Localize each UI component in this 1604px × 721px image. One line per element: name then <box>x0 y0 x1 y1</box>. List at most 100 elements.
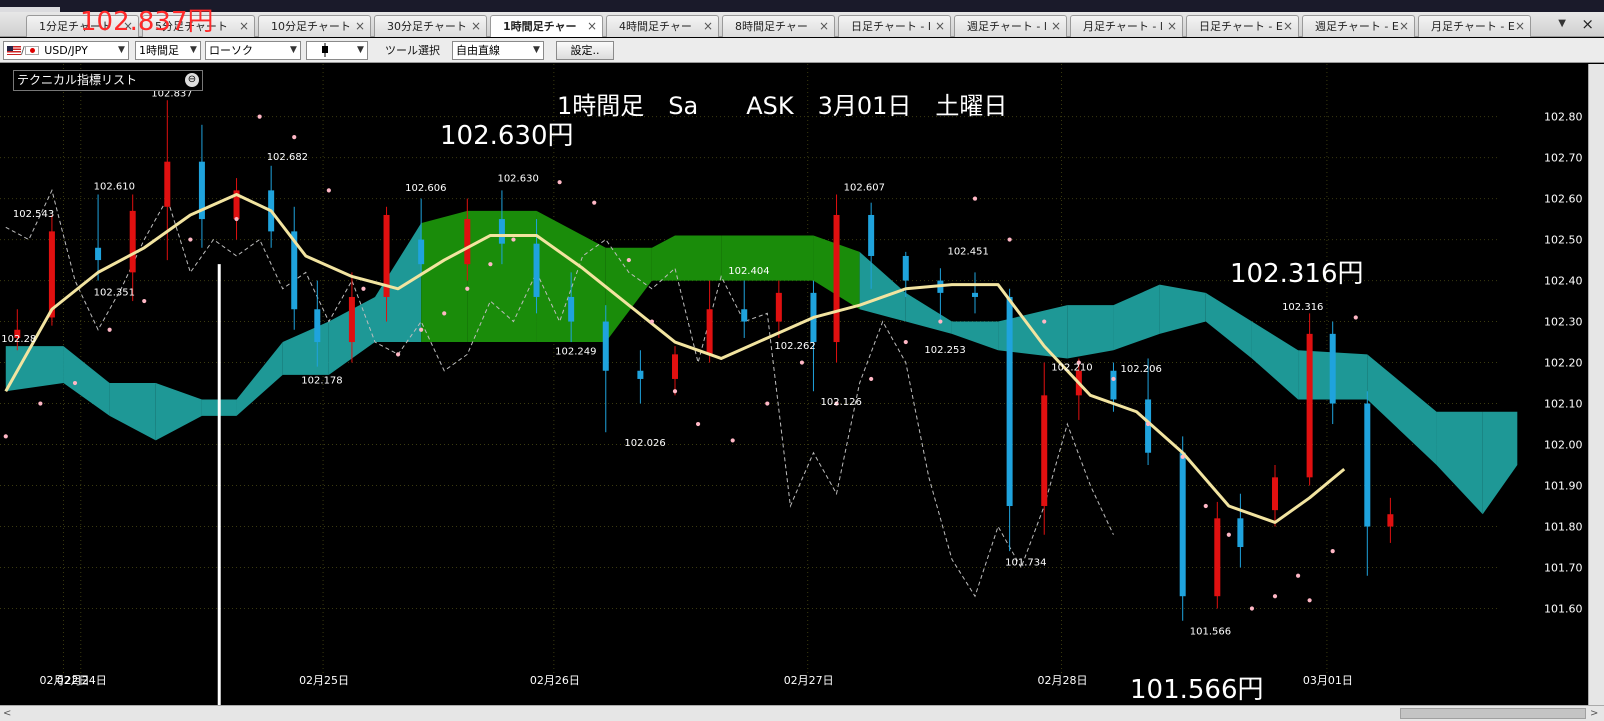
chevron-down-icon: ▼ <box>190 45 197 55</box>
y-axis-tick-label: 101.90 <box>1544 480 1583 493</box>
scroll-right-icon[interactable]: > <box>1590 706 1598 721</box>
parabolic-sar-dot <box>592 200 597 205</box>
candle-value-label: 102.451 <box>947 247 988 258</box>
chart-type-select[interactable]: ローソク ▼ <box>205 41 301 60</box>
settings-button[interactable]: 設定.. <box>556 41 614 60</box>
candle-value-label: 102.316 <box>1282 302 1323 313</box>
tab-7[interactable]: 8時間足チャー × <box>722 15 835 37</box>
ichimoku-cloud-segment <box>236 342 283 416</box>
tab-close-icon[interactable]: × <box>819 16 829 37</box>
x-axis-date-label: 02月24日 <box>57 674 107 687</box>
tab-label: 日足チャート - E <box>1199 20 1283 33</box>
candle-value-label: 102.607 <box>844 183 885 194</box>
parabolic-sar-dot <box>419 327 424 332</box>
collapse-icon[interactable]: ⊖ <box>185 73 199 87</box>
scrollbar-thumb[interactable] <box>1400 708 1586 719</box>
tab-close-icon[interactable]: × <box>587 16 597 37</box>
drawing-tool-select[interactable]: 自由直線 ▼ <box>452 41 544 60</box>
tab-3[interactable]: 10分足チャート × <box>258 15 371 37</box>
us-flag-icon <box>7 46 21 55</box>
tab-close-icon[interactable]: × <box>355 16 365 37</box>
parabolic-sar-dot <box>730 438 735 443</box>
parabolic-sar-dot <box>1272 594 1278 599</box>
parabolic-sar-dot <box>1249 606 1255 611</box>
tab-11[interactable]: 日足チャート - E × <box>1186 15 1299 37</box>
ichimoku-cloud-segment <box>282 321 329 375</box>
down-candle <box>95 247 102 261</box>
horizontal-scrollbar[interactable]: < > <box>0 705 1604 721</box>
timeframe-select[interactable]: 1時間足 ▼ <box>135 41 201 60</box>
chart-tab-bar: 1分足チャート × 5分足チャート × 10分足チャート × 30分足チャート × 1時間足チャ… <box>0 12 1604 37</box>
tab-close-icon[interactable]: × <box>1515 16 1525 37</box>
tab-13[interactable]: 月足チャート - E × <box>1418 15 1531 37</box>
tab-close-icon[interactable]: × <box>935 16 945 37</box>
candle-value-label: 101.734 <box>1005 558 1046 569</box>
parabolic-sar-dot <box>1330 549 1335 554</box>
candle-style-select[interactable]: ▼ <box>306 41 368 60</box>
tab-close-icon[interactable]: × <box>1283 16 1293 37</box>
parabolic-sar-dot <box>1180 454 1185 459</box>
drawing-tool-value: 自由直線 <box>456 44 500 57</box>
parabolic-sar-dot <box>257 114 262 119</box>
chart-application: 1分足チャート × 5分足チャート × 10分足チャート × 30分足チャート × 1時間足チャ… <box>0 0 1604 721</box>
x-axis-date-label: 02月26日 <box>530 674 580 687</box>
low-annotation: 101.566円 <box>1130 675 1264 705</box>
down-candle <box>498 219 505 244</box>
y-axis-tick-label: 102.20 <box>1544 357 1583 370</box>
parabolic-sar-dot <box>649 319 655 324</box>
technical-indicator-list[interactable]: テクニカル指標リスト ⊖ <box>13 70 203 91</box>
candle-value-label: 101.566 <box>1190 626 1231 637</box>
parabolic-sar-dot <box>72 380 78 386</box>
tab-close-icon[interactable]: × <box>1167 16 1177 37</box>
tab-12[interactable]: 週足チャート - E × <box>1302 15 1415 37</box>
parabolic-sar-dot <box>799 360 805 365</box>
tab-8[interactable]: 日足チャート - l × <box>838 15 951 37</box>
parabolic-sar-dot <box>1145 421 1151 427</box>
vertical-scrollbar[interactable] <box>1588 64 1604 705</box>
tab-9[interactable]: 週足チャート - l × <box>954 15 1067 37</box>
tab-6[interactable]: 4時間足チャー × <box>606 15 719 37</box>
tab-5[interactable]: 1時間足チャー × <box>490 15 603 37</box>
tool-select-label: ツール選択 <box>385 44 440 57</box>
parabolic-sar-dot <box>1042 319 1047 324</box>
up-candle <box>464 219 471 265</box>
tab-close-icon[interactable]: × <box>1399 16 1409 37</box>
price-chart[interactable]: 102.837102.543102.610102.351102.28102.68… <box>0 64 1588 705</box>
ichimoku-cloud-segment <box>1113 284 1160 351</box>
chevron-down-icon: ▼ <box>118 45 125 55</box>
candle-value-label: 102.262 <box>774 341 815 352</box>
ichimoku-cloud-segment <box>1367 354 1437 466</box>
down-candle <box>568 296 575 322</box>
candle-value-label: 102.249 <box>555 346 596 357</box>
scroll-left-icon[interactable]: < <box>3 706 11 721</box>
candle-value-label: 102.206 <box>1121 364 1162 375</box>
chart-toolbar: / USD/JPY ▼ 1時間足 ▼ ローソク ▼ ▼ ツール選択 自由直線 ▼… <box>0 38 1604 63</box>
parabolic-sar-dot <box>672 389 678 394</box>
down-candle <box>1179 452 1186 597</box>
parabolic-sar-dot <box>465 286 470 291</box>
chart-type-value: ローソク <box>209 44 253 57</box>
parabolic-sar-dot <box>1295 573 1301 578</box>
window-close-icon[interactable]: × <box>1581 15 1594 33</box>
tab-4[interactable]: 30分足チャート × <box>374 15 487 37</box>
down-candle <box>741 309 748 322</box>
tab-label: 月足チャート - E <box>1431 20 1515 33</box>
parabolic-sar-dot <box>38 401 43 406</box>
up-candle <box>775 292 782 322</box>
tab-close-icon[interactable]: × <box>471 16 481 37</box>
parabolic-sar-dot <box>3 434 8 439</box>
up-candle <box>706 309 713 355</box>
x-axis-date-label: 02月28日 <box>1038 674 1088 687</box>
tab-10[interactable]: 月足チャート - l × <box>1070 15 1183 37</box>
currency-pair-select[interactable]: / USD/JPY ▼ <box>3 41 129 60</box>
ichimoku-cloud-segment <box>155 383 202 441</box>
tab-close-icon[interactable]: × <box>1051 16 1061 37</box>
tab-close-icon[interactable]: × <box>239 16 249 37</box>
up-candle <box>1041 395 1048 507</box>
tab-menu-icon[interactable]: ▼ <box>1558 18 1566 29</box>
tab-close-icon[interactable]: × <box>703 16 713 37</box>
parabolic-sar-dot <box>1007 237 1012 242</box>
chart-area[interactable]: 102.837 102.543 102.610 102.351 102.28 102.68… <box>0 64 1604 705</box>
parabolic-sar-dot <box>234 216 239 222</box>
up-candle <box>672 354 678 379</box>
